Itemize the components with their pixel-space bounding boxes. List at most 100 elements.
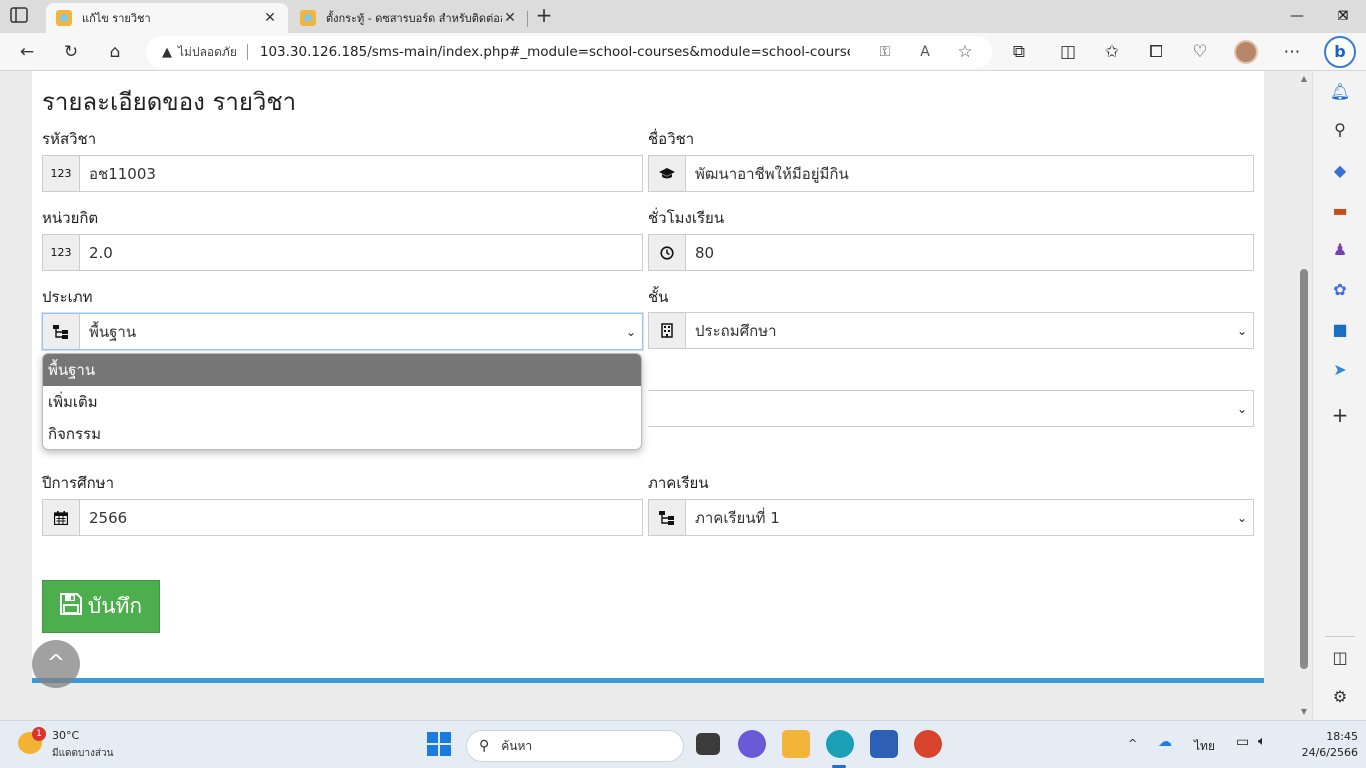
browser-toolbar: ← ↻ ⌂ ▲ ไม่ปลอดภัย 103.30.126.185/sms-ma… [0,33,1366,71]
credits-field[interactable]: 123 2.0 [42,234,643,271]
read-aloud-icon[interactable]: A [914,41,936,63]
favorites-icon[interactable]: ✩ [1099,39,1125,65]
course-code-value[interactable]: อช11003 [80,156,642,191]
chevron-down-icon[interactable]: ⌄ [1231,500,1253,535]
chevron-down-icon[interactable]: ⌄ [620,314,642,349]
input-language[interactable]: ไทย [1194,737,1215,756]
volume-icon[interactable]: 🔈︎ [1258,734,1266,749]
course-code-field[interactable]: 123 อช11003 [42,155,643,192]
year-value[interactable]: 2566 [80,500,642,535]
taskbar-search-placeholder: ค้นหา [501,738,533,753]
weather-badge: 1 [32,727,46,741]
sidebar-toggle-icon[interactable]: ◫ [1328,646,1352,670]
profile-avatar[interactable] [1234,40,1258,64]
key-icon[interactable]: ⚿ [874,41,896,63]
task-view-icon[interactable] [696,733,720,755]
scroll-down-arrow-icon[interactable]: ▼ [1299,707,1309,717]
microsoft-store-icon[interactable] [870,730,898,758]
onedrive-cloud-icon[interactable]: ☁ [1158,734,1172,750]
123-icon: 123 [43,156,80,191]
hours-value[interactable]: 80 [686,235,1253,270]
add-icon[interactable]: + [1328,403,1352,427]
save-button-label: บันทึก [87,594,143,618]
collections-icon[interactable]: ⧠ [1143,39,1169,65]
dropdown-option[interactable]: พื้นฐาน [43,354,641,386]
windows-start-icon[interactable] [425,730,453,758]
type-value[interactable]: พื้นฐาน [80,314,620,349]
bell-icon[interactable]: 🔔︎ [1328,80,1352,104]
chevron-down-icon[interactable]: ⌄ [1231,391,1253,426]
bing-chat-icon[interactable]: b [1324,36,1356,68]
close-window-button[interactable]: ✕ [1320,4,1366,28]
year-field[interactable]: 2566 [42,499,643,536]
level-select[interactable]: ประถมศึกษา ⌄ [648,312,1254,349]
course-name-value[interactable]: พัฒนาอาชีพให้มีอยู่มีกิน [686,156,1253,191]
more-menu-icon[interactable]: ⋯ [1279,39,1305,65]
browser-essentials-icon[interactable]: ♡ [1187,39,1213,65]
remote-desktop-icon[interactable] [914,730,942,758]
weather-temperature[interactable]: 30°C [52,729,79,742]
level-value[interactable]: ประถมศึกษา [686,313,1231,348]
edge-browser-icon[interactable] [826,730,854,758]
show-hidden-icons-icon[interactable]: ^ [1128,737,1137,750]
chevron-down-icon[interactable]: ⌄ [1231,313,1253,348]
site-favicon-icon [300,10,316,26]
credits-value[interactable]: 2.0 [80,235,642,270]
sitemap-icon [43,314,80,349]
search-icon: ⚲ [479,738,490,754]
tab-close-icon[interactable]: ✕ [262,10,278,26]
refresh-icon[interactable]: ↻ [58,39,84,65]
tab-close-icon[interactable]: ✕ [502,10,518,26]
obscured-select-value[interactable] [648,391,1231,426]
favorite-star-icon[interactable]: ☆ [954,41,976,63]
teams-chat-icon[interactable] [738,730,766,758]
search-icon[interactable]: ⚲ [1328,118,1352,142]
save-button[interactable]: บันทึก [42,580,160,633]
microsoft-365-icon[interactable]: ✿ [1328,278,1352,302]
games-icon[interactable]: ♟ [1328,238,1352,262]
settings-gear-icon[interactable]: ⚙ [1328,685,1352,709]
browser-tab-active[interactable]: แก้ไข รายวิชา ✕ [46,3,288,33]
address-bar[interactable]: ▲ ไม่ปลอดภัย 103.30.126.185/sms-main/ind… [146,36,992,68]
split-screen-icon[interactable]: ◫ [1055,39,1081,65]
outlook-icon[interactable]: ■ [1328,318,1352,342]
123-icon: 123 [43,235,80,270]
send-icon[interactable]: ➤ [1328,358,1352,382]
dropdown-option[interactable]: กิจกรรม [43,418,641,449]
security-status[interactable]: ไม่ปลอดภัย [178,43,237,62]
browser-tab-inactive[interactable]: ตั้งกระทู้ - ดซสารบอร์ด สำหรับติดต่อส ✕ [290,3,528,33]
graduation-cap-icon [649,156,686,191]
clock-date: 24/6/2566 [1301,746,1358,759]
course-name-field[interactable]: พัฒนาอาชีพให้มีอยู่มีกิน [648,155,1254,192]
dropdown-option[interactable]: เพิ่มเติม [43,386,641,418]
extensions-icon[interactable]: ⧉ [1006,39,1032,65]
home-icon[interactable]: ⌂ [102,39,128,65]
taskbar-search-input[interactable]: ⚲ ค้นหา [466,730,684,762]
minimize-button[interactable]: — [1274,4,1320,28]
file-explorer-icon[interactable] [782,730,810,758]
shopping-tag-icon[interactable]: ◆ [1328,159,1352,183]
type-dropdown-list: พื้นฐาน เพิ่มเติม กิจกรรม [42,353,642,450]
type-label: ประเภท [42,288,93,306]
calendar-icon [43,500,80,535]
back-arrow-icon[interactable]: ← [14,39,40,65]
semester-value[interactable]: ภาคเรียนที่ 1 [686,500,1231,535]
type-select[interactable]: พื้นฐาน ⌄ [42,313,643,350]
network-icon[interactable]: ▭ [1236,734,1249,750]
scroll-thumb[interactable] [1300,269,1308,669]
obscured-select[interactable]: ⌄ [648,390,1254,427]
floppy-disk-icon [59,593,82,620]
browser-tab-strip: แก้ไข รายวิชา ✕ ตั้งกระทู้ - ดซสารบอร์ด … [0,0,1366,33]
scroll-up-arrow-icon[interactable]: ▲ [1299,74,1309,84]
hours-field[interactable]: 80 [648,234,1254,271]
weather-description[interactable]: มีแดดบางส่วน [52,746,113,761]
tab-actions-icon[interactable] [10,7,30,25]
url-text[interactable]: 103.30.126.185/sms-main/index.php#_modul… [260,44,850,60]
system-clock[interactable]: 18:45 24/6/2566 [1302,729,1358,761]
tools-icon[interactable]: ▬ [1328,199,1352,223]
semester-select[interactable]: ภาคเรียนที่ 1 ⌄ [648,499,1254,536]
warning-icon: ▲ [162,44,172,60]
page-scrollbar[interactable]: ▲ ▼ [1296,71,1312,720]
new-tab-button[interactable]: + [532,4,556,28]
scroll-to-top-button[interactable]: ^ [32,640,80,688]
